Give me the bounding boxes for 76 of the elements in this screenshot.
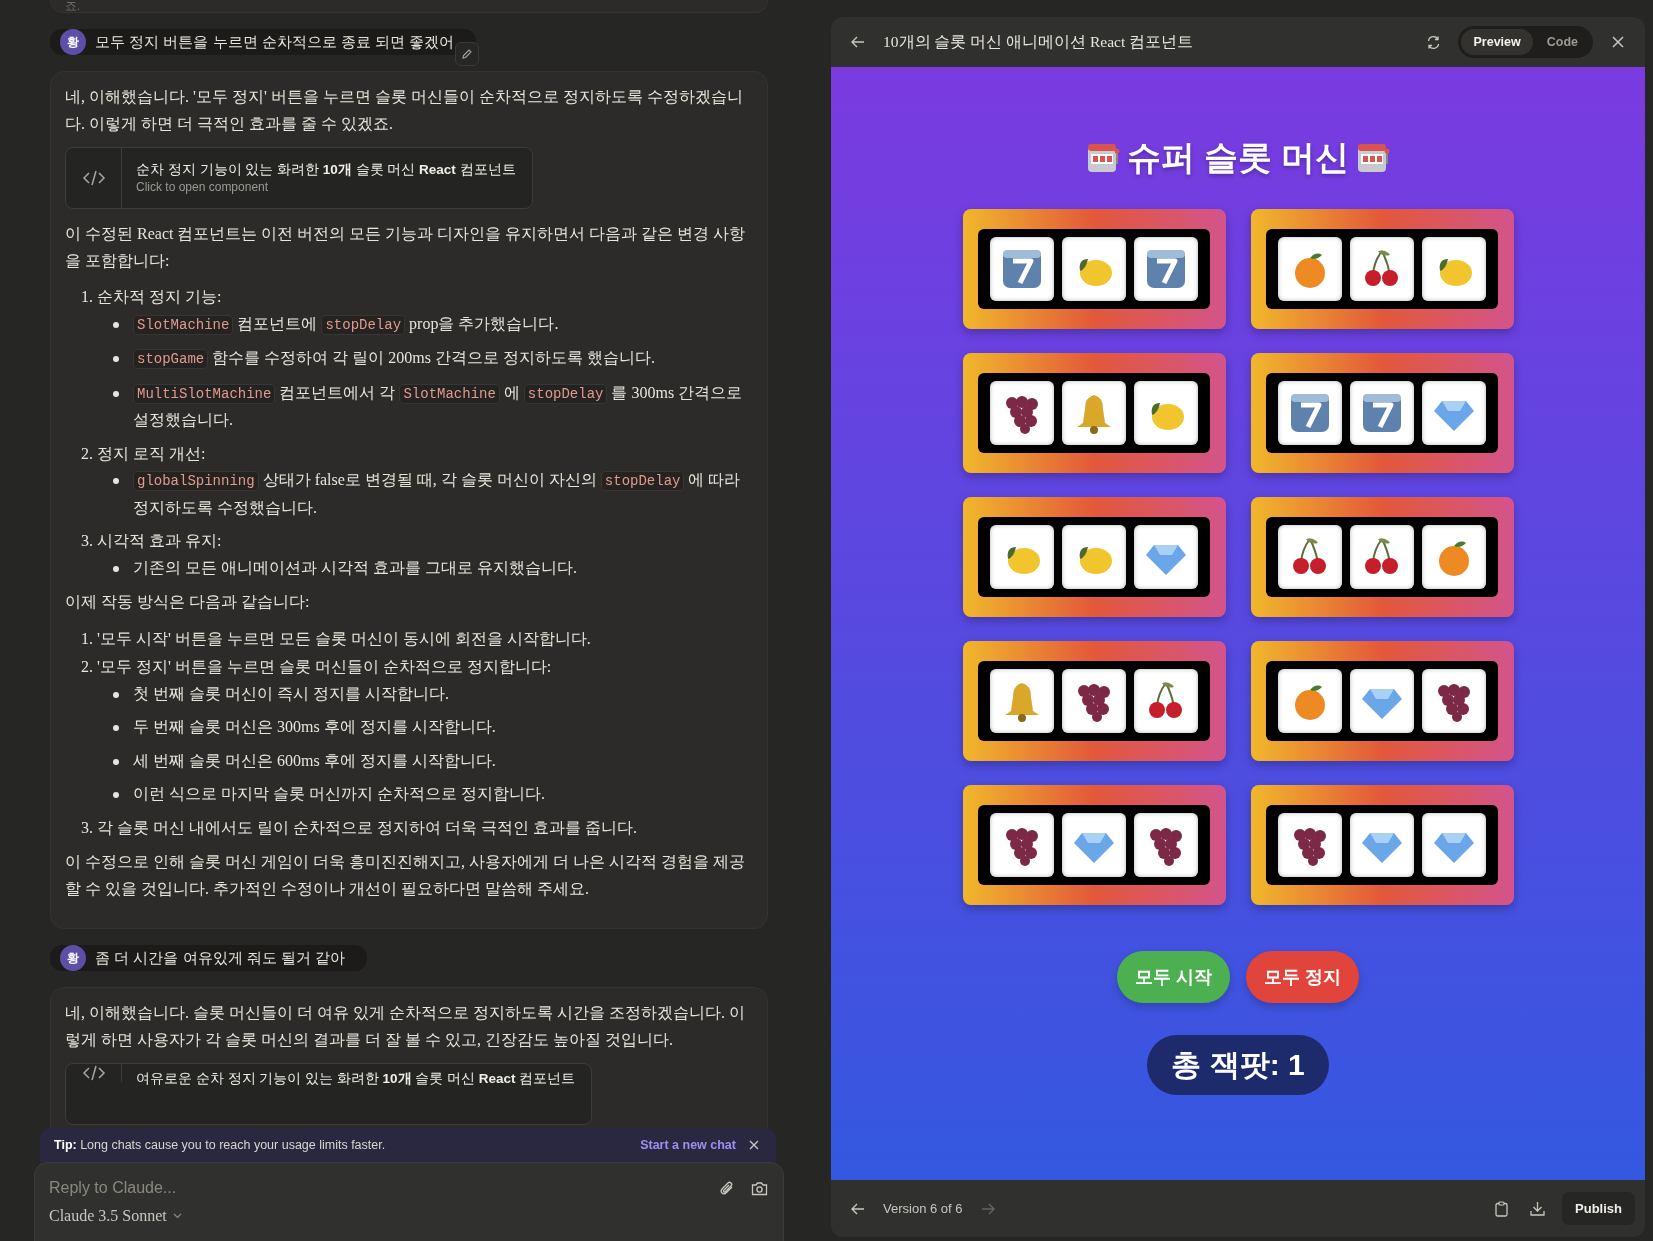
list-item-text: 정지 로직 개선:	[97, 443, 206, 464]
bullet-icon	[113, 321, 119, 328]
avatar: 황	[60, 945, 86, 971]
list-number: 3.	[81, 531, 93, 551]
artifact-title: 여유로운 순차 정지 기능이 있는 화려한 10개 슬롯 머신 React 컴포넌트	[136, 1070, 576, 1088]
message-text: 모두 정지 버튼을 누르면 순차적으로 종료 되면 좋겠어	[95, 32, 455, 52]
list-item-text: 기존의 모든 애니메이션과 시각적 효과를 그대로 유지했습니다.	[133, 557, 577, 578]
list-item-text: 두 번째 슬롯 머신은 300ms 후에 정지를 시작합니다.	[133, 717, 496, 737]
list-item-text: 각 슬롯 머신 내에서도 릴이 순차적으로 정지하여 더욱 극적인 효과를 줍니다.	[97, 817, 637, 838]
bullet-icon	[113, 691, 119, 698]
message-text: 이제 작동 방식은 다음과 같습니다:	[65, 592, 311, 612]
paperclip-icon	[719, 1180, 735, 1196]
download-icon	[1529, 1201, 1545, 1216]
bullet-icon	[113, 478, 119, 484]
list-number: 2.	[81, 657, 93, 677]
bullet-icon	[113, 356, 119, 362]
jackpot-counter: 총 잭팟: 1	[1147, 1035, 1329, 1095]
code-icon	[81, 1064, 106, 1082]
close-icon	[749, 1140, 759, 1150]
seven-icon	[1000, 247, 1044, 291]
message-text: 네, 이해했습니다. '모두 정지' 버튼을 누르면 슬롯 머신들이 순차적으로 정지하도록 수정하겠습니다. 이렇게 하면 더 극적인 효과를 줄 수 있겠죠.	[65, 87, 744, 134]
list-item-text: stopGame 함수를 수정하여 각 릴이 200ms 간격으로 정지하도록 했습니다.	[133, 345, 655, 373]
list-item-text: MultiSlotMachine 컴포넌트에서 각 SlotMachine 에 stopDelay 를 300ms 간격으로 설정했습니다.	[133, 382, 744, 430]
list-number: 1.	[81, 287, 93, 307]
message-text: 네, 이해했습니다. 슬롯 머신들이 더 여유 있게 순차적으로 정지하도록 시간을 조정하겠습니다. 이렇게 하면 사용자가 각 슬롯 머신의 결과를 더 잘 볼 수 있고, 긴장감도 높아질 것입니다.	[65, 1003, 746, 1050]
list-number: 3.	[81, 817, 93, 838]
list-item-text: globalSpinning 상태가 false로 변경될 때, 각 슬롯 머신이 자신의 stopDelay 에 따라 정지하도록 수정했습니다.	[133, 470, 742, 518]
list-item-text: 순차적 정지 기능:	[97, 287, 222, 307]
avatar: 황	[60, 29, 86, 55]
clipboard-icon	[1494, 1200, 1508, 1217]
message-text: 좀 더 시간을 여유있게 줘도 될거 같아	[95, 948, 345, 968]
list-item-text: 시각적 효과 유지:	[97, 531, 222, 551]
seven-icon	[1360, 391, 1404, 435]
seven-icon	[1144, 247, 1188, 291]
arrow-left-icon	[851, 1202, 865, 1215]
arrow-right-icon	[980, 1202, 995, 1215]
reply-field[interactable]: Reply to Claude... Claude 3.5 Sonnet	[34, 1162, 784, 1241]
tip-text: Tip: Long chats cause you to reach your usage limits faster.	[54, 1138, 387, 1152]
list-item-text: 이런 식으로 마지막 슬롯 머신까지 순차적으로 정지합니다.	[133, 784, 545, 804]
artifact-card[interactable]: 여유로운 순차 정지 기능이 있는 화려한 10개 슬롯 머신 React 컴포넌트	[65, 1063, 593, 1125]
view-tab[interactable]: Code	[1534, 29, 1590, 55]
list-item-text: SlotMachine 컴포넌트에 stopDelay prop을 추가했습니다.	[133, 310, 559, 338]
message-text: 이 수정된 React 컴포넌트는 이전 버전의 모든 기능과 디자인을 유지하면서 다음과 같은 변경 사항을 포함합니다:	[65, 224, 747, 271]
artifact-title: 순차 정지 기능이 있는 화려한 10개 슬롯 머신 React 컴포넌트	[136, 161, 516, 179]
version-label: Version 6 of 6	[883, 1201, 963, 1216]
bullet-icon	[113, 792, 119, 798]
close-icon	[1612, 36, 1624, 48]
artifact-title: 10개의 슬롯 머신 애니메이션 React 컴포넌트	[883, 31, 1195, 52]
bullet-icon	[113, 725, 119, 731]
message-text: 이 수정으로 인해 슬롯 머신 게임이 더욱 흥미진진해지고, 사용자에게 더 나은 시각적 경험을 제공할 수 있을 것입니다. 추가적인 수정이나 개선이 필요하다면 말씀해 주세요.	[65, 852, 746, 899]
artifact-subtitle: Click to open component	[136, 179, 270, 195]
bullet-icon	[113, 565, 119, 572]
model-selector[interactable]: Claude 3.5 Sonnet	[49, 1207, 182, 1225]
edit-button[interactable]	[455, 42, 480, 66]
refresh-icon	[1426, 34, 1441, 50]
arrow-left-icon	[851, 36, 865, 48]
list-item-text: 세 번째 슬롯 머신은 600ms 후에 정지를 시작합니다.	[133, 750, 496, 771]
list-number: 2.	[81, 443, 93, 464]
new-chat-link[interactable]: Start a new chat	[640, 1138, 736, 1152]
bullet-icon	[113, 758, 119, 765]
camera-icon	[750, 1180, 768, 1196]
pencil-icon	[461, 48, 474, 60]
chevron-down-icon	[172, 1213, 182, 1219]
stop-all-button[interactable]: 모두 정지	[1246, 951, 1359, 1003]
list-item-text: '모두 정지' 버튼을 누르면 슬롯 머신들이 순차적으로 정지합니다:	[97, 657, 552, 677]
list-number: 1.	[81, 628, 93, 649]
list-item-text: 첫 번째 슬롯 머신이 즉시 정지를 시작합니다.	[133, 683, 449, 704]
view-tab[interactable]: Preview	[1461, 29, 1533, 55]
message-text: 죠.	[50, 0, 768, 13]
bullet-icon	[113, 390, 119, 397]
artifact-card[interactable]: 순차 정지 기능이 있는 화려한 10개 슬롯 머신 React 컴포넌트 Click to open component	[65, 147, 533, 209]
list-item-text: '모두 시작' 버튼을 누르면 모든 슬롯 머신이 동시에 회전을 시작합니다.	[97, 628, 591, 649]
seven-icon	[1288, 391, 1332, 435]
publish-button[interactable]: Publish	[1562, 1192, 1635, 1225]
code-icon	[81, 169, 106, 187]
game-title: 슈퍼 슬롯 머신	[1126, 137, 1350, 178]
